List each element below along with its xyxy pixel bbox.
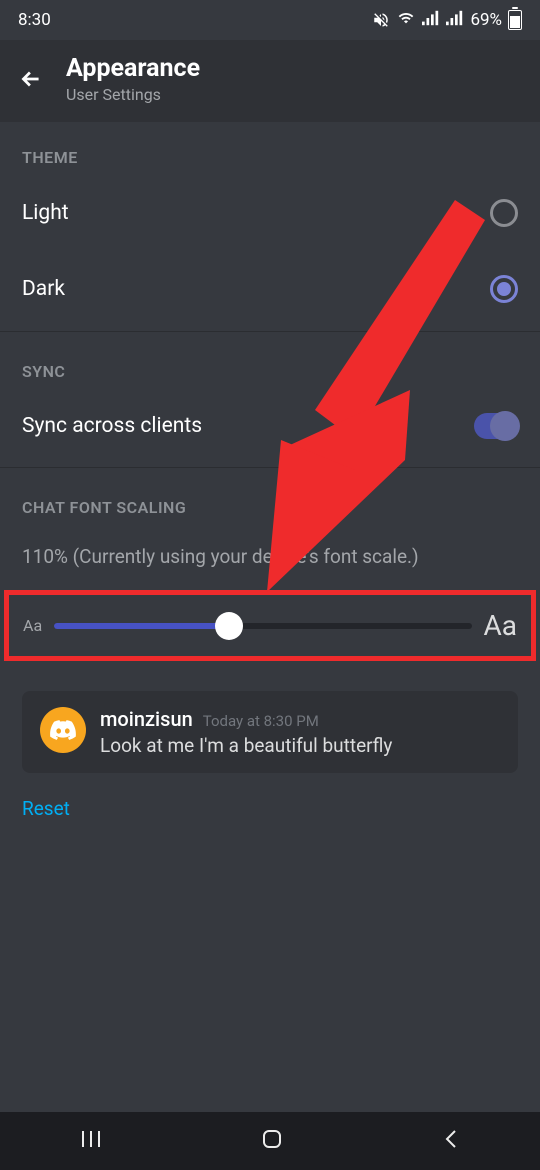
nav-back-icon[interactable] (441, 1127, 461, 1155)
nav-recent-icon[interactable] (79, 1129, 103, 1153)
avatar (40, 707, 86, 753)
mute-icon (372, 11, 390, 29)
signal-icon-1 (422, 10, 440, 31)
font-small-glyph: Aa (23, 616, 42, 635)
back-icon[interactable] (18, 66, 44, 92)
section-sync-label: SYNC (0, 336, 540, 389)
annotation-highlight-box: Aa Aa (4, 590, 536, 661)
page-title: Appearance (66, 54, 200, 83)
header: Appearance User Settings (0, 40, 540, 122)
theme-dark-row[interactable]: Dark (0, 251, 540, 327)
font-scale-slider[interactable] (54, 623, 471, 629)
slider-fill (54, 623, 229, 629)
preview-message-text: Look at me I'm a beautiful butterfly (100, 734, 500, 757)
font-scale-info: 110% (Currently using your device's font… (0, 525, 540, 582)
section-font-label: CHAT FONT SCALING (0, 472, 540, 525)
divider (0, 467, 540, 468)
sync-label: Sync across clients (22, 414, 202, 438)
signal-icon-2 (446, 10, 464, 31)
battery-percent: 69% (470, 10, 502, 30)
section-theme-label: THEME (0, 122, 540, 175)
theme-dark-label: Dark (22, 277, 65, 301)
status-bar: 8:30 69% (0, 0, 540, 40)
status-time: 8:30 (18, 10, 51, 30)
theme-light-row[interactable]: Light (0, 175, 540, 251)
slider-thumb[interactable] (215, 612, 243, 640)
theme-light-label: Light (22, 201, 69, 225)
preview-username: moinzisun (100, 707, 193, 731)
status-right: 69% (372, 10, 522, 31)
divider (0, 331, 540, 332)
nav-home-icon[interactable] (260, 1127, 284, 1155)
reset-button[interactable]: Reset (0, 773, 540, 844)
battery-icon (508, 10, 522, 30)
page-subtitle: User Settings (66, 85, 200, 104)
sync-row[interactable]: Sync across clients (0, 389, 540, 463)
preview-message: moinzisun Today at 8:30 PM Look at me I'… (22, 691, 518, 773)
android-nav-bar (0, 1112, 540, 1170)
radio-unselected[interactable] (490, 199, 518, 227)
preview-timestamp: Today at 8:30 PM (203, 712, 319, 730)
wifi-icon (396, 10, 416, 31)
toggle-on[interactable] (474, 413, 518, 439)
radio-selected[interactable] (490, 275, 518, 303)
font-large-glyph: Aa (484, 609, 518, 642)
